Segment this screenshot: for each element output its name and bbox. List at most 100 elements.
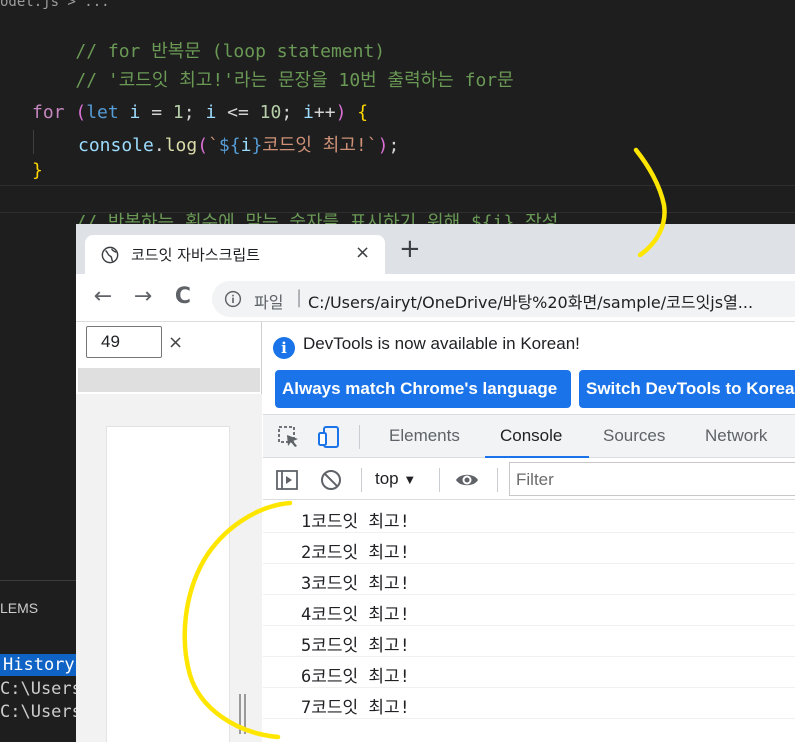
- eye-icon[interactable]: [455, 468, 479, 492]
- paren: ): [335, 102, 358, 123]
- close-icon[interactable]: ×: [168, 332, 183, 353]
- operator: ++: [313, 102, 336, 123]
- paren: (: [197, 135, 209, 156]
- console-log-text: 1코드잇 최고!: [301, 512, 410, 532]
- semicolon: ;: [183, 102, 206, 123]
- notice-text: DevTools is now available in Korean!: [303, 334, 580, 353]
- number: 10: [259, 102, 282, 123]
- toolbar-divider: [361, 468, 362, 492]
- console-toolbar: top ▼ Filter: [263, 458, 795, 500]
- tab-network[interactable]: Network: [705, 426, 767, 446]
- console-log-text: 5코드잇 최고!: [301, 636, 410, 656]
- clear-console-icon[interactable]: [319, 468, 343, 492]
- paren: (: [64, 102, 87, 123]
- operator: <=: [216, 102, 260, 123]
- code-line-close-brace: }: [32, 160, 43, 181]
- variable-i: i: [205, 102, 217, 123]
- string-literal: 코드잇 최고!: [262, 135, 367, 156]
- language-notice: i DevTools is now available in Korean!: [273, 334, 580, 359]
- brace: {: [357, 102, 369, 123]
- filter-input[interactable]: Filter: [509, 462, 795, 496]
- forward-button[interactable]: →: [130, 284, 156, 310]
- console-log-row[interactable]: 4코드잇 최고!: [263, 595, 795, 626]
- zoom-input[interactable]: 49: [86, 326, 162, 358]
- tab-sources[interactable]: Sources: [603, 426, 665, 446]
- console-log-row[interactable]: 6코드잇 최고!: [263, 657, 795, 688]
- keyword-for: for: [32, 102, 65, 123]
- device-toolbar-icon[interactable]: [317, 425, 341, 449]
- semicolon: ;: [388, 135, 400, 156]
- always-match-language-button[interactable]: Always match Chrome's language: [275, 370, 571, 408]
- template-open: ${: [218, 135, 241, 156]
- breadcrumb[interactable]: odel.js > ...: [0, 0, 110, 10]
- template-close: }: [251, 135, 263, 156]
- address-bar[interactable]: 파일 | C:/Users/airyt/OneDrive/바탕%20화면/sam…: [212, 281, 795, 317]
- chevron-down-icon: ▼: [403, 472, 417, 487]
- inspect-element-icon[interactable]: [277, 425, 301, 449]
- page-content-area: [76, 394, 262, 742]
- page-document: [106, 426, 230, 742]
- problems-tab[interactable]: LEMS: [0, 600, 38, 616]
- method-log: log: [164, 135, 198, 156]
- page-viewport: 49 ×: [76, 322, 262, 742]
- template-variable: i: [240, 135, 252, 156]
- globe-icon: [101, 246, 119, 264]
- console-log-text: 7코드잇 최고!: [301, 698, 410, 718]
- devtools-tab-bar: Elements Console Sources Network: [263, 414, 795, 458]
- tab-console[interactable]: Console: [500, 426, 562, 446]
- toolbar-divider: [497, 468, 498, 492]
- browser-tab[interactable]: 코드잇 자바스크립트 ×: [85, 235, 385, 274]
- semicolon: ;: [281, 102, 304, 123]
- reload-button[interactable]: C: [170, 284, 196, 310]
- terminal-line: C:\Users: [0, 679, 76, 699]
- new-tab-button[interactable]: +: [399, 236, 421, 262]
- operator: =: [140, 102, 173, 123]
- brace: }: [32, 160, 43, 181]
- url-text[interactable]: C:/Users/airyt/OneDrive/바탕%20화면/sample/코…: [308, 289, 753, 313]
- code-line-for: for (let i = 1; i <= 10; i++) {: [32, 102, 368, 123]
- info-icon: i: [273, 337, 295, 359]
- context-value: top: [375, 469, 399, 488]
- file-scheme-label: 파일: [254, 293, 284, 312]
- toolbar-divider: [359, 425, 360, 449]
- page-header-bar: [78, 368, 260, 392]
- console-log-text: 6코드잇 최고!: [301, 667, 410, 687]
- keyword-let: let: [86, 102, 119, 123]
- console-log-row[interactable]: 1코드잇 최고!: [263, 502, 795, 533]
- console-log-text: 2코드잇 최고!: [301, 543, 410, 563]
- history-item[interactable]: History: [0, 654, 76, 676]
- context-select[interactable]: top ▼: [375, 469, 416, 489]
- omnibox-separator: |: [296, 287, 303, 308]
- panel-divider: [0, 580, 76, 581]
- toolbar-divider: [439, 468, 440, 492]
- switch-devtools-korean-button[interactable]: Switch DevTools to Korean: [579, 370, 795, 408]
- number: 1: [172, 102, 184, 123]
- comment-text: // '코드잇 최고!'라는 문장을 10번 출력하는 for문: [75, 70, 514, 91]
- indent-guide: [33, 130, 34, 154]
- console-log-row[interactable]: 5코드잇 최고!: [263, 626, 795, 657]
- backtick: `: [208, 135, 219, 156]
- variable-i: i: [118, 102, 141, 123]
- object-console: console: [78, 135, 154, 156]
- info-icon[interactable]: [224, 290, 242, 308]
- paren: ): [377, 135, 389, 156]
- backtick: `: [366, 135, 378, 156]
- browser-toolbar: ← → C 파일 | C:/Users/airyt/OneDrive/바탕%20…: [76, 274, 795, 322]
- terminal-line: C:\Users: [0, 702, 76, 722]
- code-line-console-log: console.log(`${i}코드잇 최고!`);: [78, 131, 399, 157]
- console-log-row[interactable]: 3코드잇 최고!: [263, 564, 795, 595]
- back-button[interactable]: ←: [90, 284, 116, 310]
- console-log-row[interactable]: 7코드잇 최고!: [263, 688, 795, 719]
- dot: .: [153, 135, 165, 156]
- console-log-text: 3코드잇 최고!: [301, 574, 410, 594]
- close-tab-icon[interactable]: ×: [355, 242, 370, 263]
- sidebar-toggle-icon[interactable]: [275, 468, 299, 492]
- tab-elements[interactable]: Elements: [389, 426, 460, 446]
- devtools-panel: i DevTools is now available in Korean! Al…: [263, 322, 795, 742]
- browser-window: 코드잇 자바스크립트 × + ← → C 파일 | C:/Users/airyt…: [76, 224, 795, 742]
- tab-title: 코드잇 자바스크립트: [131, 246, 260, 264]
- console-log-row[interactable]: 2코드잇 최고!: [263, 533, 795, 564]
- variable-i: i: [303, 102, 314, 123]
- resize-handle[interactable]: [239, 694, 249, 734]
- console-log-text: 4코드잇 최고!: [301, 605, 410, 625]
